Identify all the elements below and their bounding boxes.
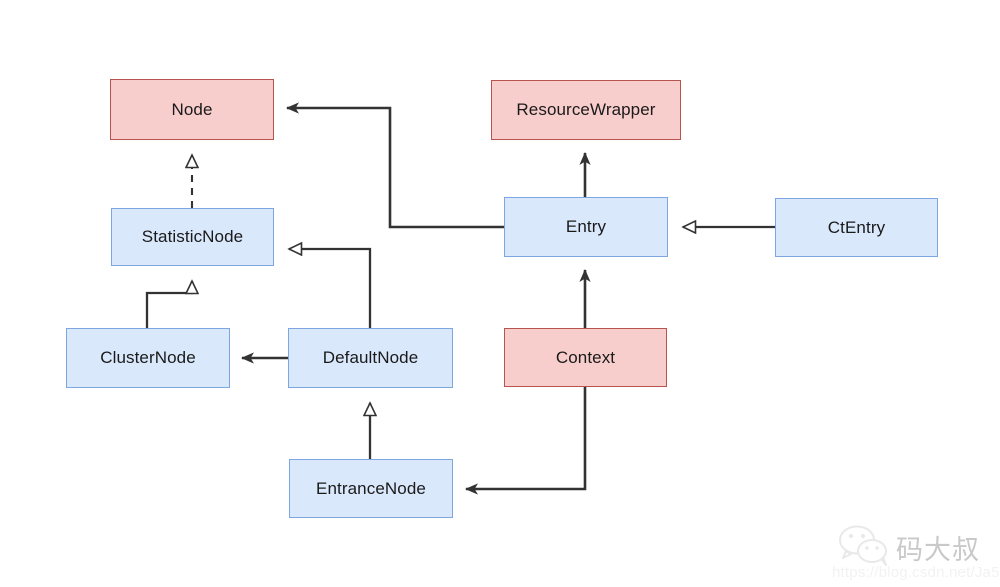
class-box-cluster-node[interactable]: ClusterNode <box>66 328 230 388</box>
class-box-resource-wrapper[interactable]: ResourceWrapper <box>491 80 681 140</box>
class-box-label: ResourceWrapper <box>516 100 656 119</box>
diagram-canvas: Node ResourceWrapper StatisticNode Entry… <box>0 0 1000 587</box>
class-box-label: StatisticNode <box>141 227 244 246</box>
class-box-entry[interactable]: Entry <box>504 197 668 257</box>
class-box-node[interactable]: Node <box>110 79 274 140</box>
edge-cluster-node-extends-statistic <box>145 281 192 328</box>
class-box-label: EntranceNode <box>316 478 426 498</box>
class-box-label: DefaultNode <box>322 348 419 367</box>
class-box-statistic-node[interactable]: StatisticNode <box>111 208 274 266</box>
class-box-entrance-node[interactable]: EntranceNode <box>289 459 453 518</box>
edge-context-to-entrance-node <box>465 387 587 495</box>
watermark-brand: 码大叔 <box>896 535 980 566</box>
class-box-label: ClusterNode <box>100 348 196 367</box>
class-box-label: CtEntry <box>827 217 886 237</box>
class-box-label: Entry <box>565 217 607 236</box>
class-box-label: Context <box>555 347 616 367</box>
edge-entry-to-node <box>286 102 504 229</box>
class-box-context[interactable]: Context <box>504 328 667 387</box>
class-box-label: Node <box>171 99 213 119</box>
watermark-url: https://blog.csdn.net/Ja5on <box>832 564 1000 581</box>
edge-default-node-extends-statistic <box>289 249 372 328</box>
wechat-icon <box>839 525 887 566</box>
class-box-ct-entry[interactable]: CtEntry <box>775 198 938 257</box>
class-box-default-node[interactable]: DefaultNode <box>288 328 453 388</box>
